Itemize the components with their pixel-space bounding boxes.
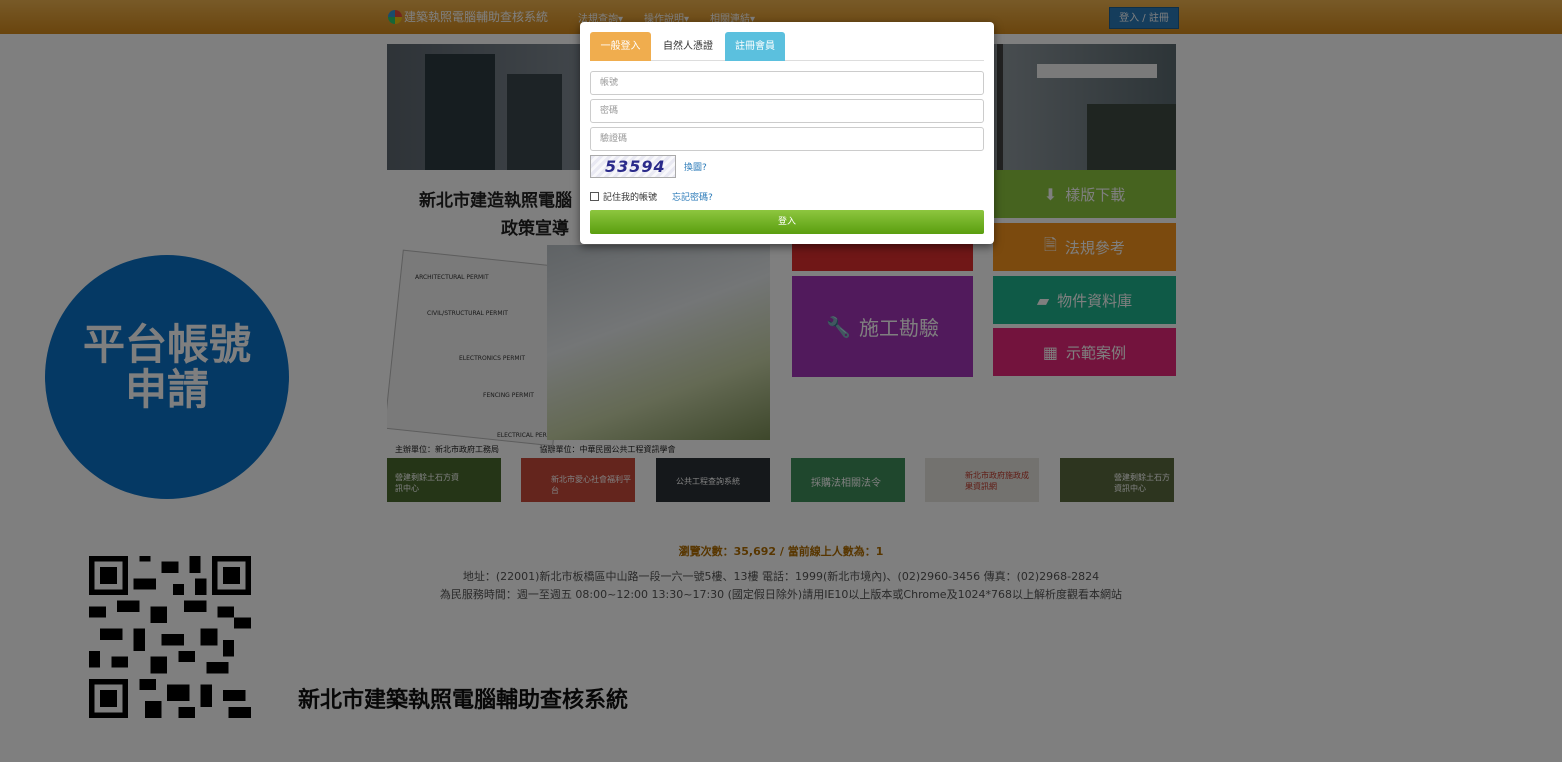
refresh-captcha-link[interactable]: 換圖? bbox=[684, 160, 707, 173]
tab-citizen-certificate[interactable]: 自然人憑證 bbox=[651, 32, 725, 61]
login-tabs: 一般登入 自然人憑證 註冊會員 bbox=[590, 32, 984, 61]
remember-account[interactable]: 記住我的帳號 bbox=[590, 190, 657, 203]
login-modal: 一般登入 自然人憑證 註冊會員 53594 換圖? 記住我的帳號 忘記密碼? 登… bbox=[580, 22, 994, 244]
remember-checkbox[interactable] bbox=[590, 192, 599, 201]
account-input[interactable] bbox=[590, 71, 984, 95]
captcha-input[interactable] bbox=[590, 127, 984, 151]
tab-general-login[interactable]: 一般登入 bbox=[590, 32, 651, 61]
password-input[interactable] bbox=[590, 99, 984, 123]
remember-label: 記住我的帳號 bbox=[603, 193, 658, 203]
captcha-image: 53594 bbox=[590, 155, 676, 178]
login-submit-button[interactable]: 登入 bbox=[590, 210, 984, 234]
forgot-password-link[interactable]: 忘記密碼? bbox=[672, 190, 713, 203]
tab-register[interactable]: 註冊會員 bbox=[725, 32, 785, 61]
